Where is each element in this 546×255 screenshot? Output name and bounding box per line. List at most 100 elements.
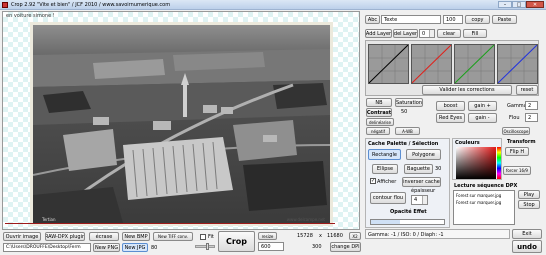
play-button[interactable]: Play: [518, 190, 540, 199]
photo-credit-right: www.delcampe.net: [286, 217, 325, 222]
aerial-photo: [33, 25, 330, 223]
app-icon: [2, 2, 8, 8]
resize-button[interactable]: resize: [258, 232, 277, 240]
nb-button[interactable]: NB: [366, 98, 392, 107]
sequence-title: Lecture séquence DPX: [454, 183, 518, 189]
flip-h-button[interactable]: Flip H: [505, 147, 529, 156]
contour-flou-button[interactable]: contour flou: [370, 192, 406, 204]
maximize-button[interactable]: □: [512, 1, 526, 8]
layer-spinner[interactable]: 0: [419, 29, 435, 38]
change-dpi-button[interactable]: change DPI: [330, 242, 361, 252]
contrast-button[interactable]: Contrast: [366, 108, 392, 117]
gamma-label: Gamma: [507, 103, 527, 109]
photo-credit-left: Tertian: [42, 217, 56, 222]
cache-panel: Cache Palette / Sélection Rectangle Poly…: [365, 138, 450, 228]
clear-button[interactable]: clear: [437, 29, 461, 38]
height2-value: 300: [312, 244, 322, 250]
x-label: x: [319, 233, 322, 239]
flou-input[interactable]: 2: [525, 113, 538, 122]
curves-panel: Valider les corrections reset: [365, 40, 539, 96]
epaisseur-spinner[interactable]: 4: [411, 195, 428, 205]
inverser-cache-button[interactable]: inverser cache: [402, 177, 441, 187]
image-canvas[interactable]: en voiture simone ! Tertian www.delcampe…: [2, 11, 360, 230]
status-text: Gamma: -1 / ISO: 0 / Diaph: -1: [368, 232, 444, 238]
stop-button[interactable]: Stop: [518, 200, 540, 209]
gain-plus-button[interactable]: gain +: [468, 101, 497, 111]
gamma-input[interactable]: 2: [525, 101, 538, 110]
text-size-input[interactable]: 100: [443, 15, 463, 24]
jpg-quality-value: 80: [151, 245, 158, 251]
oscilloscope-button[interactable]: Oscilloscope: [502, 127, 530, 135]
list-item[interactable]: Forest sur marquer.jpg: [456, 193, 501, 198]
validate-corrections-button[interactable]: Valider les corrections: [422, 85, 512, 95]
saturation-button[interactable]: Saturation: [395, 98, 423, 107]
status-bar: Gamma: -1 / ISO: 0 / Diaph: -1: [365, 229, 510, 239]
new-jpg-button[interactable]: New JPG: [122, 243, 148, 252]
path-input[interactable]: C:\Users\DROUFFE\Desktop\Ferm: [3, 243, 91, 252]
gain-minus-button[interactable]: gain -: [468, 113, 497, 123]
title-bar: Crop 2.92 "Vite et bien" / JCF 2010 / ww…: [0, 0, 546, 10]
curve-blue[interactable]: [497, 44, 538, 84]
undo-button[interactable]: undo: [512, 240, 542, 253]
fill-button[interactable]: Fill: [463, 29, 487, 38]
text-input[interactable]: Texte: [381, 15, 441, 24]
awb-button[interactable]: A-WB: [395, 127, 420, 135]
couleurs-title: Couleurs: [455, 140, 480, 146]
polygone-button[interactable]: Polygone: [406, 149, 441, 160]
height-value: 11680: [327, 233, 343, 239]
add-layer-button[interactable]: Add Layer: [365, 29, 392, 38]
afficher-checkbox[interactable]: ✓: [370, 178, 376, 184]
paste-button[interactable]: Paste: [492, 15, 517, 24]
color-picker[interactable]: [456, 147, 496, 179]
forcer-169-button[interactable]: forcer 16/9: [503, 166, 531, 175]
width-value: 15728: [297, 233, 313, 239]
fit-checkbox[interactable]: [200, 234, 206, 240]
green-curve-graph: [454, 44, 495, 84]
hue-slider[interactable]: [497, 147, 501, 179]
negatif-button[interactable]: négatif: [366, 127, 390, 135]
opacite-slider-fill: [371, 220, 401, 224]
ellipse-button[interactable]: Ellipse: [372, 164, 398, 174]
resize-input[interactable]: 600: [258, 242, 284, 251]
fit-slider-thumb[interactable]: [206, 243, 209, 250]
open-image-button[interactable]: Ouvrir image: [3, 232, 41, 241]
curve-luma[interactable]: [368, 44, 409, 84]
del-layer-button[interactable]: del Layer: [393, 29, 418, 38]
list-item[interactable]: Forest sur marquer.jpg: [456, 200, 501, 205]
curve-red[interactable]: [411, 44, 452, 84]
crop-guide-line[interactable]: [5, 223, 335, 224]
raw-dpx-plugin-button[interactable]: RAW-DPX plugin: [45, 232, 85, 241]
photo: Tertian www.delcampe.net: [30, 22, 333, 226]
ecrase-button[interactable]: écrase: [89, 232, 119, 241]
close-button[interactable]: ✕: [526, 1, 544, 8]
copy-button[interactable]: copy: [465, 15, 490, 24]
exit-button[interactable]: Exit: [512, 229, 542, 239]
new-png-button[interactable]: New PNG: [93, 243, 120, 252]
new-tiff-button[interactable]: New TIFF conv.: [153, 232, 193, 241]
x2-button[interactable]: X2: [349, 232, 361, 240]
sequence-list[interactable]: Forest sur marquer.jpg Forest sur marque…: [453, 190, 515, 225]
canvas-caption: en voiture simone !: [6, 13, 55, 19]
transform-title: Transform: [507, 139, 536, 145]
delinearise-button[interactable]: delinéarise: [366, 118, 394, 126]
luma-curve-graph: [368, 44, 409, 84]
epaisseur-label: épaisseur: [411, 188, 436, 194]
curve-green[interactable]: [454, 44, 495, 84]
afficher-label: Afficher: [377, 179, 397, 185]
new-bmp-button[interactable]: New BMP: [122, 232, 150, 241]
red-curve-graph: [411, 44, 452, 84]
reset-button[interactable]: reset: [516, 85, 538, 95]
fit-slider[interactable]: [195, 243, 215, 250]
crop-button[interactable]: Crop: [218, 231, 255, 252]
boost-button[interactable]: boost: [436, 101, 465, 111]
red-eyes-button[interactable]: Red Eyes: [436, 113, 465, 123]
couleurs-panel: Couleurs: [452, 138, 502, 180]
abc-button[interactable]: Abc: [365, 15, 380, 24]
opacite-label: Opacité Effet: [390, 209, 427, 215]
fit-label: Fit: [208, 234, 214, 240]
baguette-button[interactable]: Baguette: [404, 164, 433, 174]
contrast-value: 50: [401, 109, 408, 115]
rectangle-button[interactable]: Rectangle: [368, 149, 401, 160]
opacite-slider[interactable]: [370, 219, 445, 225]
minimize-button[interactable]: –: [498, 1, 512, 8]
